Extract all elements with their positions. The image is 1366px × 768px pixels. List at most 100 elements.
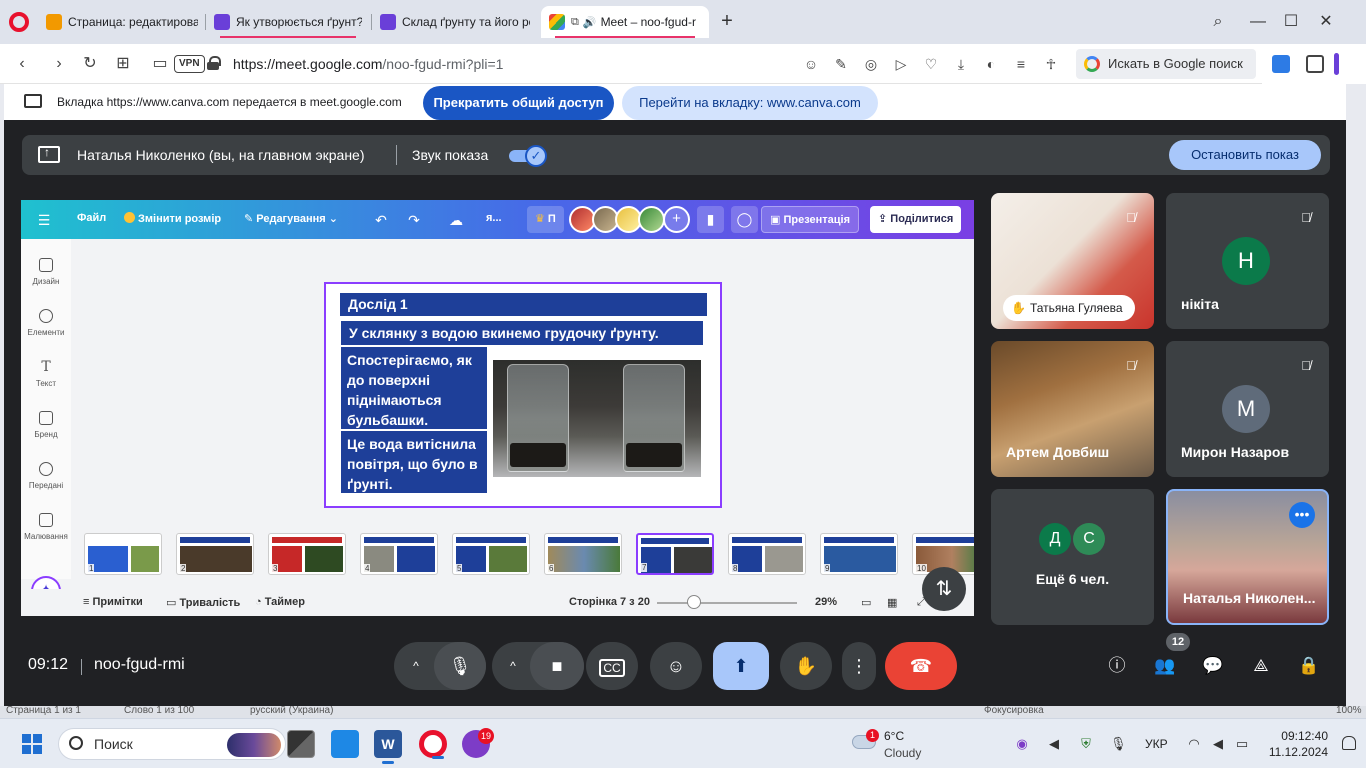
- new-tab-button[interactable]: +: [717, 10, 737, 34]
- minimize-icon[interactable]: —: [1245, 9, 1271, 35]
- redo-icon[interactable]: ↷: [405, 211, 423, 229]
- share-audio-toggle[interactable]: ✓: [509, 145, 547, 167]
- browser-tab-meet[interactable]: ⧉ 🔊 Meet – noo-fgud-r: [541, 6, 709, 38]
- edit-icon[interactable]: ✎: [832, 55, 850, 73]
- security-tray-icon[interactable]: ⛨: [1078, 736, 1094, 752]
- duration-button[interactable]: ▭ Тривалість: [166, 596, 240, 609]
- insights-chart-icon[interactable]: ▮: [697, 206, 724, 233]
- sidebar-item-brand[interactable]: Бренд: [21, 411, 71, 439]
- profile-icon[interactable]: ☥: [1042, 55, 1060, 73]
- taskbar-clock[interactable]: 09:12:40 11.12.2024: [1264, 728, 1328, 760]
- slide-subtitle[interactable]: У склянку з водою вкинемо грудочку ґрунт…: [341, 321, 703, 345]
- slide-thumbnail[interactable]: 5: [452, 533, 530, 575]
- taskbar-search[interactable]: Поиск: [58, 728, 286, 760]
- opera-logo-icon[interactable]: [9, 12, 29, 32]
- share-button[interactable]: ⇪ Поділитися: [870, 206, 962, 233]
- slide-thumbnail[interactable]: 2: [176, 533, 254, 575]
- participant-tile-self[interactable]: ••• Наталья Николен...: [1166, 489, 1329, 625]
- leave-call-button[interactable]: ☎: [885, 642, 957, 690]
- store-icon[interactable]: [331, 730, 359, 758]
- camera-permission-icon[interactable]: ▭: [148, 52, 172, 76]
- slide-thumbnail[interactable]: 8: [728, 533, 806, 575]
- participant-tile[interactable]: 🎙̸ Артем Довбиш: [991, 341, 1154, 477]
- go-to-tab-button[interactable]: Перейти на вкладку: www.canva.com: [622, 86, 878, 120]
- zoom-slider-handle[interactable]: [687, 595, 701, 609]
- url-field[interactable]: https://meet.google.com/noo-fgud-rmi?pli…: [233, 56, 503, 72]
- reload-icon[interactable]: ↻: [78, 52, 102, 76]
- viber-tray-icon[interactable]: ◉: [1014, 736, 1030, 752]
- sidebar-item-uploads[interactable]: Передані: [21, 462, 71, 490]
- chat-icon[interactable]: 💬: [1201, 654, 1225, 678]
- swap-view-icon[interactable]: ⇅: [922, 567, 966, 611]
- file-menu[interactable]: Файл: [77, 212, 106, 224]
- sidebar-item-design[interactable]: Дизайн: [21, 258, 71, 286]
- participant-tile[interactable]: 🎙̸ Н нікіта: [1166, 193, 1329, 329]
- sidebar-item-elements[interactable]: Елементи: [21, 309, 71, 337]
- undo-icon[interactable]: ↶: [372, 211, 390, 229]
- design-title[interactable]: я...: [486, 212, 502, 224]
- activities-icon[interactable]: ⟁: [1249, 654, 1273, 678]
- maximize-icon[interactable]: ☐: [1278, 9, 1304, 35]
- slide-thumbnail-selected[interactable]: 7: [636, 533, 714, 575]
- slide-title[interactable]: Дослід 1: [340, 293, 707, 316]
- google-search-box[interactable]: Искать в Google поиск: [1076, 49, 1256, 79]
- edit-menu[interactable]: ✎ Редагування ⌄: [244, 212, 338, 225]
- video-settings-chevron-icon[interactable]: ^: [503, 642, 523, 690]
- battery-saver-icon[interactable]: ◐: [982, 55, 1000, 73]
- send-icon[interactable]: ▷: [892, 55, 910, 73]
- timer-button[interactable]: ◔ Таймер: [255, 596, 305, 608]
- grid-view-icon[interactable]: ▦: [887, 596, 897, 609]
- word-app-icon[interactable]: W: [374, 730, 402, 764]
- participant-tile[interactable]: 🎙̸ ✋ Татьяна Гуляева: [991, 193, 1154, 329]
- more-participants-tile[interactable]: Д С Ещё 6 чел.: [991, 489, 1154, 625]
- slide-thumbnail[interactable]: 3: [268, 533, 346, 575]
- back-icon[interactable]: ‹: [10, 52, 34, 76]
- slide-thumbnail[interactable]: 9: [820, 533, 898, 575]
- pages-view-icon[interactable]: ▭: [861, 596, 871, 609]
- meeting-info-icon[interactable]: ⓘ: [1105, 654, 1129, 678]
- slide-textbox-observe[interactable]: Спостерігаємо, як до поверхні піднімають…: [341, 347, 487, 429]
- snapshot-icon[interactable]: ◎: [862, 55, 880, 73]
- hamburger-menu-icon[interactable]: ☰: [35, 211, 53, 229]
- volume-tray-icon[interactable]: ◀: [1046, 736, 1062, 752]
- reactions-button[interactable]: ☺: [650, 642, 702, 690]
- forward-icon[interactable]: ›: [47, 52, 71, 76]
- sidebar-item-draw[interactable]: Малювання: [21, 513, 71, 541]
- speaker-icon[interactable]: 🔊: [583, 16, 597, 29]
- microphone-button[interactable]: 🎙: [434, 642, 486, 690]
- speed-dial-icon[interactable]: ⊞: [111, 52, 135, 76]
- people-icon[interactable]: 👥: [1153, 654, 1177, 678]
- speaker-icon[interactable]: ◀: [1210, 736, 1226, 752]
- stop-sharing-button[interactable]: Прекратить общий доступ: [423, 86, 614, 120]
- more-options-button[interactable]: ⋮: [842, 642, 876, 690]
- opera-app-icon[interactable]: [419, 730, 447, 759]
- wifi-icon[interactable]: ◠: [1186, 736, 1202, 752]
- pip-icon[interactable]: ⧉: [571, 16, 579, 29]
- sidebar-app-icon[interactable]: [1272, 55, 1290, 73]
- microphone-tray-icon[interactable]: 🎙: [1110, 736, 1127, 752]
- download-icon[interactable]: ⤓: [952, 55, 970, 73]
- raise-hand-button[interactable]: ✋: [780, 642, 832, 690]
- camera-button[interactable]: ■: [530, 642, 584, 690]
- stop-presenting-button[interactable]: Остановить показ: [1169, 140, 1321, 170]
- cloud-saved-icon[interactable]: ☁: [447, 211, 465, 229]
- easy-setup-icon[interactable]: ≡: [1012, 55, 1030, 73]
- emoji-icon[interactable]: ☺: [802, 55, 820, 73]
- present-button[interactable]: ▣ Презентація: [761, 206, 860, 233]
- extensions-cube-icon[interactable]: [1306, 55, 1324, 73]
- slide-thumbnail[interactable]: 1: [84, 533, 162, 575]
- audio-settings-chevron-icon[interactable]: ^: [406, 642, 426, 690]
- vpn-badge[interactable]: VPN: [174, 55, 205, 73]
- pro-button[interactable]: ♛ П: [527, 206, 564, 233]
- heart-icon[interactable]: ♡: [922, 55, 940, 73]
- input-language[interactable]: УКР: [1145, 737, 1168, 751]
- present-now-button[interactable]: ⬆: [713, 642, 769, 690]
- slide-thumbnail[interactable]: 6: [544, 533, 622, 575]
- task-view-icon[interactable]: [287, 730, 315, 758]
- sidebar-handle-icon[interactable]: [1334, 53, 1339, 75]
- lock-icon[interactable]: [207, 56, 221, 70]
- captions-button[interactable]: CC: [586, 642, 638, 690]
- host-controls-icon[interactable]: 🔒: [1297, 654, 1321, 678]
- battery-icon[interactable]: ▭: [1234, 736, 1250, 752]
- slide-thumbnail[interactable]: 4: [360, 533, 438, 575]
